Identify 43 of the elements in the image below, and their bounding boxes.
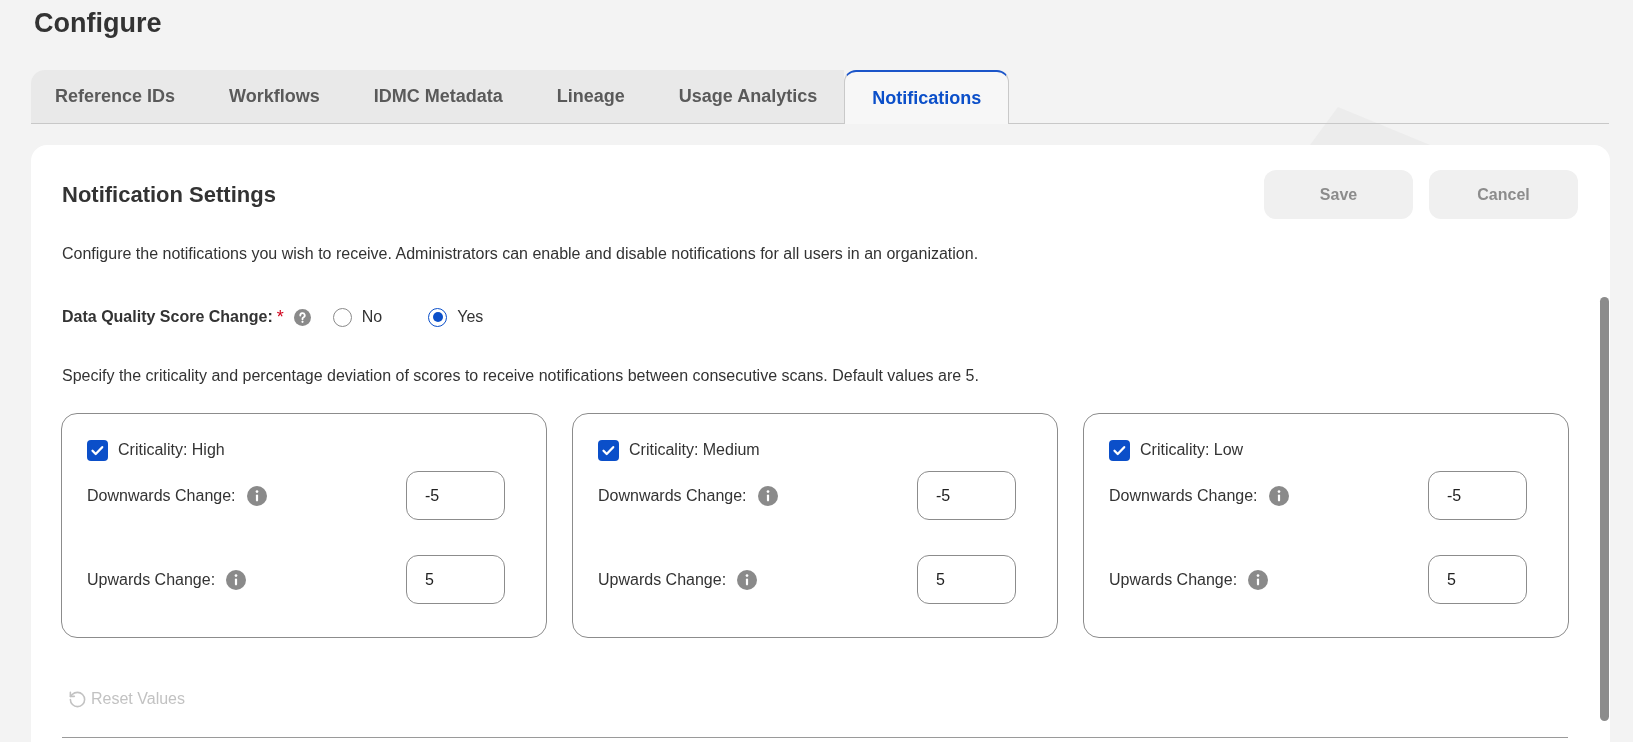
radio-label[interactable]: No xyxy=(361,305,383,329)
field-label: Upwards Change: xyxy=(1109,569,1238,590)
number-field[interactable]: -5 xyxy=(917,471,1016,520)
field-label: Upwards Change: xyxy=(87,569,216,590)
tab[interactable]: IDMC Metadata xyxy=(346,70,530,123)
reset-icon xyxy=(68,689,87,709)
checkbox[interactable] xyxy=(598,439,619,461)
field-label: Downwards Change: xyxy=(598,485,747,506)
checkbox[interactable] xyxy=(1109,439,1130,461)
page-title: Configure xyxy=(33,7,163,39)
tab[interactable]: Usage Analytics xyxy=(651,70,845,123)
info-icon[interactable] xyxy=(1248,569,1269,590)
number-field[interactable]: -5 xyxy=(1428,471,1527,520)
checkbox-label: Criticality: High xyxy=(118,440,225,460)
scrollbar[interactable] xyxy=(1600,297,1609,721)
description-text: Configure the notifications you wish to receive. Administrators can enable and disable notifications for all users in an organization. xyxy=(62,244,980,264)
field-label: Downwards Change: xyxy=(87,485,236,506)
instruction-text: Specify the criticality and percentage deviation of scores to receive notifications between consecutive scans. Default values are 5. xyxy=(62,366,980,386)
field-label: Upwards Change: xyxy=(598,569,727,590)
tab[interactable]: Reference IDs xyxy=(31,70,203,123)
help-icon[interactable] xyxy=(293,308,311,326)
radio-label[interactable]: Yes xyxy=(457,305,484,329)
checkbox-label: Criticality: Medium xyxy=(629,440,760,460)
tab[interactable]: Notifications xyxy=(844,70,1010,124)
radio-button[interactable] xyxy=(428,307,448,327)
number-field[interactable]: 5 xyxy=(406,555,505,604)
tab[interactable]: Workflows xyxy=(202,70,347,123)
number-field[interactable]: 5 xyxy=(1428,555,1527,604)
info-icon[interactable] xyxy=(757,485,778,506)
section-title: Notification Settings xyxy=(62,181,276,209)
checkbox-label: Criticality: Low xyxy=(1140,440,1244,460)
info-icon[interactable] xyxy=(737,569,758,590)
required-mark: * xyxy=(276,305,284,329)
tab[interactable]: Lineage xyxy=(529,70,652,123)
field-label: Downwards Change: xyxy=(1109,485,1258,506)
checkbox[interactable] xyxy=(87,439,108,461)
number-field[interactable]: -5 xyxy=(406,471,505,520)
info-icon[interactable] xyxy=(226,569,247,590)
field-label: Data Quality Score Change: xyxy=(62,307,273,327)
radio-button[interactable] xyxy=(332,307,352,327)
info-icon[interactable] xyxy=(246,485,267,506)
info-icon[interactable] xyxy=(1268,485,1289,506)
number-field[interactable]: 5 xyxy=(917,555,1016,604)
